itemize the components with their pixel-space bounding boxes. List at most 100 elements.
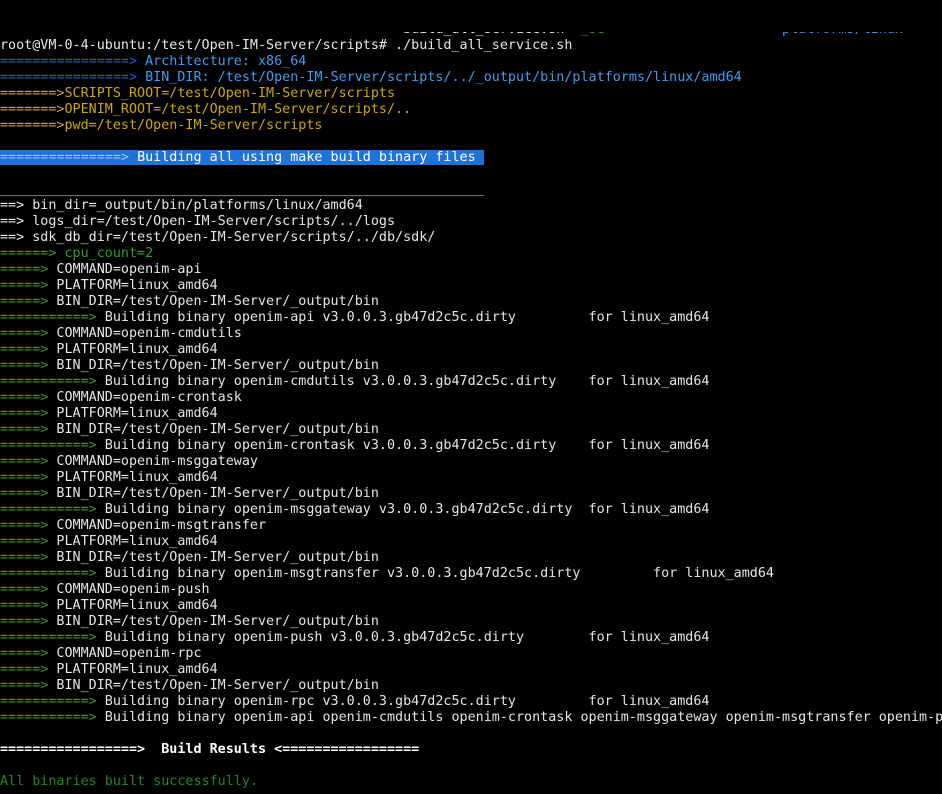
text-segment: ==> logs_dir=/test/Open-IM-Server/script…: [0, 214, 395, 229]
building-binary-line: ===========> Building binary openim-rpc …: [0, 694, 942, 710]
arrow-prefix: =====>: [0, 406, 48, 421]
platform-line: =====> PLATFORM=linux_amd64: [0, 598, 942, 614]
text-segment: PLATFORM=linux_amd64: [48, 470, 217, 485]
text-segment: COMMAND=openim-rpc: [48, 646, 201, 661]
building-binary-line: ===========> Building binary openim-msgt…: [0, 566, 942, 582]
terminal-window[interactable]: build_all_service.sh _se platforms/linux…: [0, 0, 942, 794]
cpu-count-line: ======> cpu_count=2: [0, 246, 942, 262]
text-segment: PLATFORM=linux_amd64: [48, 598, 217, 613]
arrow-prefix: =====>: [0, 518, 48, 533]
text-segment: COMMAND=openim-msgtransfer: [48, 518, 266, 533]
text-segment: PLATFORM=linux_amd64: [48, 662, 217, 677]
command-line: =====> COMMAND=openim-crontask: [0, 390, 942, 406]
arrow-prefix: =====>: [0, 262, 48, 277]
command-line: =====> COMMAND=openim-push: [0, 582, 942, 598]
bin-dir-line: =====> BIN_DIR=/test/Open-IM-Server/_out…: [0, 550, 942, 566]
text-segment: _se: [580, 32, 604, 37]
sdk-db-dir-var-line: ==> sdk_db_dir=/test/Open-IM-Server/scri…: [0, 230, 942, 246]
building-all-binaries-line: ===========> Building binary openim-api …: [0, 710, 942, 726]
scripts-root-line: =======>SCRIPTS_ROOT=/test/Open-IM-Serve…: [0, 86, 942, 102]
bin-dir-line: =====> BIN_DIR=/test/Open-IM-Server/_out…: [0, 678, 942, 694]
platform-line: =====> PLATFORM=linux_amd64: [0, 342, 942, 358]
arrow-prefix: =====>: [0, 534, 48, 549]
arrow-prefix: =====>: [0, 550, 48, 565]
arrow-prefix: =====>: [0, 342, 48, 357]
text-segment: Building binary openim-cmdutils v3.0.0.3…: [97, 374, 710, 389]
text-segment: build_all_service.sh: [403, 32, 564, 37]
terminal-output: build_all_service.sh _se platforms/linux…: [0, 32, 942, 794]
building-binary-line: ===========> Building binary openim-api …: [0, 310, 942, 326]
bin-dir-info-line: ================> BIN_DIR: /test/Open-IM…: [0, 70, 942, 86]
building-binary-line: ===========> Building binary openim-push…: [0, 630, 942, 646]
text-segment: COMMAND=openim-crontask: [48, 390, 241, 405]
platform-line: =====> PLATFORM=linux_amd64: [0, 662, 942, 678]
highlight-banner: ===============> Building all using make…: [0, 150, 942, 166]
arrow-prefix: ================>: [0, 54, 137, 69]
blank-line: [0, 790, 942, 794]
text-segment: ==> sdk_db_dir=/test/Open-IM-Server/scri…: [0, 230, 435, 245]
text-segment: Building binary openim-rpc v3.0.0.3.gb47…: [97, 694, 710, 709]
text-segment: All binaries built successfully.: [0, 774, 258, 789]
arrow-prefix: =====>: [0, 662, 48, 677]
text-segment: platforms/linux: [782, 32, 903, 37]
architecture-line: ================> Architecture: x86_64: [0, 54, 942, 70]
clipped-text-wrapper: build_all_service.sh _se platforms/linux: [0, 32, 942, 38]
pwd-line: =======>pwd=/test/Open-IM-Server/scripts: [0, 118, 942, 134]
text-segment: Building binary openim-crontask v3.0.0.3…: [97, 438, 710, 453]
text-segment: BIN_DIR: /test/Open-IM-Server/scripts/..…: [137, 70, 742, 85]
text-segment: COMMAND=openim-api: [48, 262, 201, 277]
text-segment: BIN_DIR=/test/Open-IM-Server/_output/bin: [48, 678, 379, 693]
arrow-prefix: =====>: [0, 358, 48, 373]
platform-line: =====> PLATFORM=linux_amd64: [0, 406, 942, 422]
arrow-prefix: =====>: [0, 486, 48, 501]
blank-line: [0, 134, 942, 150]
building-binary-line: ===========> Building binary openim-cmdu…: [0, 374, 942, 390]
text-segment: COMMAND=openim-msggateway: [48, 454, 258, 469]
text-segment: Building binary openim-msgtransfer v3.0.…: [97, 566, 774, 581]
arrow-prefix: =====>: [0, 646, 48, 661]
banner-text: Building all using make build binary fil…: [137, 150, 484, 165]
blank-line: [0, 758, 942, 774]
text-segment: BIN_DIR=/test/Open-IM-Server/_output/bin: [48, 486, 379, 501]
bin-dir-line: =====> BIN_DIR=/test/Open-IM-Server/_out…: [0, 358, 942, 374]
arrow-prefix: ===========>: [0, 694, 97, 709]
building-binary-line: ===========> Building binary openim-msgg…: [0, 502, 942, 518]
arrow-prefix: =====>: [0, 598, 48, 613]
text-segment: BIN_DIR=/test/Open-IM-Server/_output/bin: [48, 422, 379, 437]
command-line: =====> COMMAND=openim-msgtransfer: [0, 518, 942, 534]
text-segment: PLATFORM=linux_amd64: [48, 278, 217, 293]
text-segment: =======>SCRIPTS_ROOT=/test/Open-IM-Serve…: [0, 86, 395, 101]
blank-line: [0, 166, 942, 182]
bin-dir-line: =====> BIN_DIR=/test/Open-IM-Server/_out…: [0, 486, 942, 502]
platform-line: =====> PLATFORM=linux_amd64: [0, 470, 942, 486]
text-segment: PLATFORM=linux_amd64: [48, 406, 217, 421]
command-line: =====> COMMAND=openim-cmdutils: [0, 326, 942, 342]
text-segment: =======>pwd=/test/Open-IM-Server/scripts: [0, 118, 322, 133]
text-segment: =================> Build Results <======…: [0, 742, 419, 757]
arrow-prefix: ===========>: [0, 630, 97, 645]
text-segment: ==> bin_dir=_output/bin/platforms/linux/…: [0, 198, 363, 213]
text-segment: Architecture: x86_64: [137, 54, 306, 69]
arrow-prefix: ===========>: [0, 710, 97, 725]
command-line: =====> COMMAND=openim-api: [0, 262, 942, 278]
arrow-prefix: =====>: [0, 582, 48, 597]
arrow-prefix: =====>: [0, 454, 48, 469]
build-results-header: =================> Build Results <======…: [0, 742, 942, 758]
clipped-previous-line: build_all_service.sh _se platforms/linux: [0, 32, 942, 38]
arrow-prefix: =====>: [0, 678, 48, 693]
text-segment: BIN_DIR=/test/Open-IM-Server/_output/bin: [48, 550, 379, 565]
arrow-prefix: ===========>: [0, 374, 97, 389]
platform-line: =====> PLATFORM=linux_amd64: [0, 534, 942, 550]
shell-prompt-line: root@VM-0-4-ubuntu:/test/Open-IM-Server/…: [0, 38, 942, 54]
arrow-prefix: ===============>: [0, 150, 137, 165]
arrow-prefix: =====>: [0, 294, 48, 309]
text-segment: COMMAND=openim-cmdutils: [48, 326, 241, 341]
arrow-prefix: ================>: [0, 70, 137, 85]
success-message: All binaries built successfully.: [0, 774, 942, 790]
text-segment: [605, 32, 782, 37]
underscore-separator: ________________________________________…: [0, 182, 942, 198]
arrow-prefix: =====>: [0, 278, 48, 293]
text-segment: [0, 32, 403, 37]
arrow-prefix: ===========>: [0, 502, 97, 517]
text-segment: PLATFORM=linux_amd64: [48, 342, 217, 357]
